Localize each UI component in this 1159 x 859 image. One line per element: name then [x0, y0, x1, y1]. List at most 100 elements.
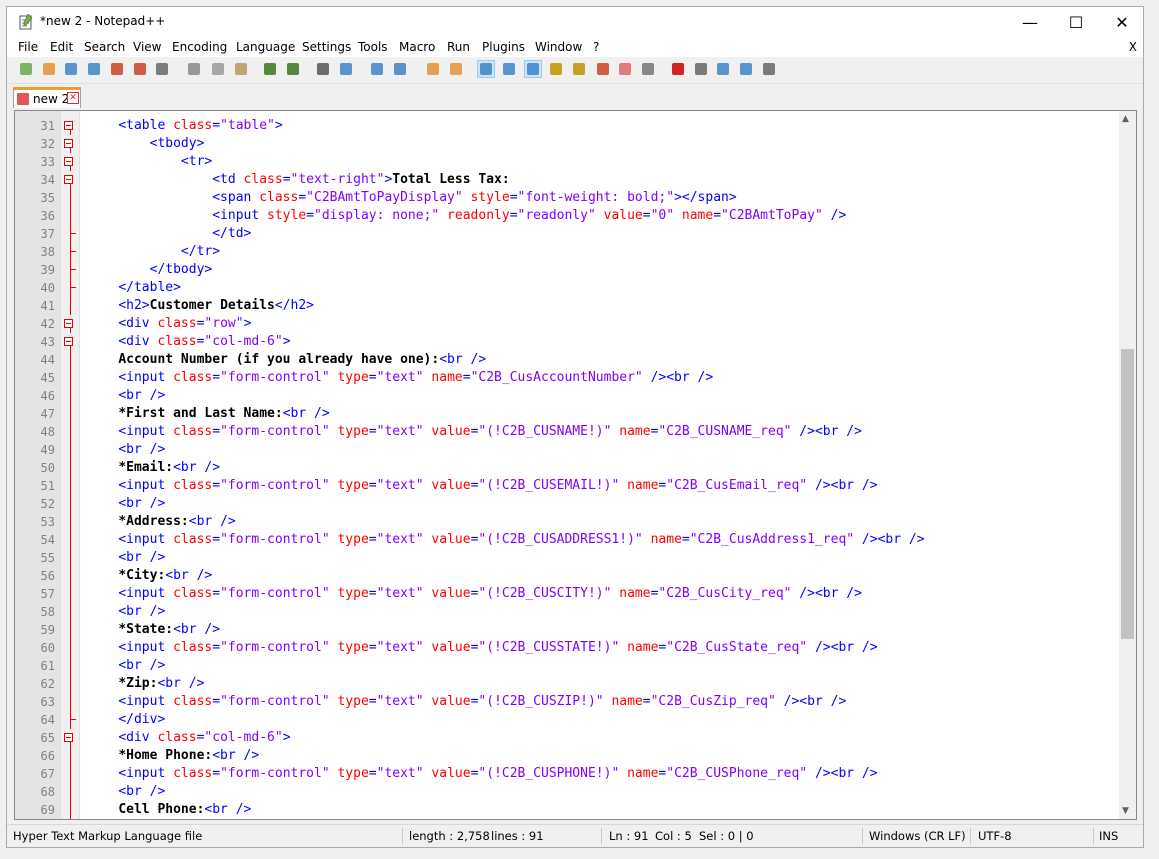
- minimize-button[interactable]: —: [1007, 7, 1053, 37]
- word-wrap-icon[interactable]: [477, 60, 495, 78]
- code-line[interactable]: 38 </tr>: [15, 243, 1125, 261]
- zoom-out-icon[interactable]: [392, 61, 408, 77]
- redo-icon[interactable]: [285, 61, 301, 77]
- save-macro-icon[interactable]: [761, 61, 777, 77]
- code-line[interactable]: 47 *First and Last Name:<br />: [15, 405, 1125, 423]
- code-line[interactable]: 60 <input class="form-control" type="tex…: [15, 639, 1125, 657]
- menu-file[interactable]: File: [18, 40, 38, 54]
- menu-language[interactable]: Language: [236, 40, 295, 54]
- play-macro-icon[interactable]: [715, 61, 731, 77]
- code-line[interactable]: 65 <div class="col-md-6">: [15, 729, 1125, 747]
- stop-record-icon[interactable]: [693, 61, 709, 77]
- menu-edit[interactable]: Edit: [50, 40, 73, 54]
- new-file-icon[interactable]: [18, 61, 34, 77]
- close-window-button[interactable]: ✕: [1099, 7, 1145, 37]
- replace-icon[interactable]: [338, 61, 354, 77]
- close-icon[interactable]: [109, 61, 125, 77]
- menu-run[interactable]: Run: [447, 40, 470, 54]
- code-line[interactable]: 31 <table class="table">: [15, 117, 1125, 135]
- code-line[interactable]: 52 <br />: [15, 495, 1125, 513]
- code-line[interactable]: 64 </div>: [15, 711, 1125, 729]
- menu-encoding[interactable]: Encoding: [172, 40, 227, 54]
- tab-close-icon[interactable]: ✕: [67, 92, 79, 104]
- save-icon[interactable]: [63, 61, 79, 77]
- code-line[interactable]: 54 <input class="form-control" type="tex…: [15, 531, 1125, 549]
- paste-icon[interactable]: [233, 61, 249, 77]
- code-line[interactable]: 45 <input class="form-control" type="tex…: [15, 369, 1125, 387]
- code-line[interactable]: 69 Cell Phone:<br />: [15, 801, 1125, 819]
- fold-toggle-icon[interactable]: [64, 139, 73, 148]
- code-line[interactable]: 49 <br />: [15, 441, 1125, 459]
- code-line[interactable]: 39 </tbody>: [15, 261, 1125, 279]
- code-line[interactable]: 63 <input class="form-control" type="tex…: [15, 693, 1125, 711]
- find-icon[interactable]: [315, 61, 331, 77]
- record-macro-icon[interactable]: [670, 61, 686, 77]
- code-line[interactable]: 67 <input class="form-control" type="tex…: [15, 765, 1125, 783]
- code-line[interactable]: 37 </td>: [15, 225, 1125, 243]
- undo-icon[interactable]: [262, 61, 278, 77]
- code-line[interactable]: 66 *Home Phone:<br />: [15, 747, 1125, 765]
- monitoring-icon[interactable]: [640, 61, 656, 77]
- code-line[interactable]: 34 <td class="text-right">Total Less Tax…: [15, 171, 1125, 189]
- code-line[interactable]: 40 </table>: [15, 279, 1125, 297]
- code-line[interactable]: 35 <span class="C2BAmtToPayDisplay" styl…: [15, 189, 1125, 207]
- folder-workspace-icon[interactable]: [617, 61, 633, 77]
- menu-window[interactable]: Window: [535, 40, 582, 54]
- code-line[interactable]: 62 *Zip:<br />: [15, 675, 1125, 693]
- code-line[interactable]: 61 <br />: [15, 657, 1125, 675]
- code-line[interactable]: 50 *Email:<br />: [15, 459, 1125, 477]
- language-udl-icon[interactable]: [548, 61, 564, 77]
- print-icon[interactable]: [154, 61, 170, 77]
- copy-icon[interactable]: [210, 61, 226, 77]
- menu-settings[interactable]: Settings: [302, 40, 351, 54]
- menu-search[interactable]: Search: [84, 40, 125, 54]
- code-line[interactable]: 42 <div class="row">: [15, 315, 1125, 333]
- save-all-icon[interactable]: [86, 61, 102, 77]
- open-file-icon[interactable]: [41, 61, 57, 77]
- code-line[interactable]: 44 Account Number (if you already have o…: [15, 351, 1125, 369]
- code-line[interactable]: 58 <br />: [15, 603, 1125, 621]
- code-line[interactable]: 32 <tbody>: [15, 135, 1125, 153]
- menu-macro[interactable]: Macro: [399, 40, 435, 54]
- fold-toggle-icon[interactable]: [64, 157, 73, 166]
- sync-vertical-icon[interactable]: [425, 61, 441, 77]
- editor-area[interactable]: ▲ ▼ 31 <table class="table"> 32 <tbody> 33…: [14, 110, 1137, 820]
- function-list-icon[interactable]: [595, 61, 611, 77]
- code-line[interactable]: 68 <br />: [15, 783, 1125, 801]
- code-line[interactable]: 43 <div class="col-md-6">: [15, 333, 1125, 351]
- menu-view[interactable]: View: [133, 40, 161, 54]
- indent-guide-icon[interactable]: [524, 60, 542, 78]
- menu-plugins[interactable]: Plugins: [482, 40, 525, 54]
- code-line[interactable]: 59 *State:<br />: [15, 621, 1125, 639]
- code-line[interactable]: 56 *City:<br />: [15, 567, 1125, 585]
- zoom-in-icon[interactable]: [369, 61, 385, 77]
- code-line[interactable]: 51 <input class="form-control" type="tex…: [15, 477, 1125, 495]
- sync-horizontal-icon[interactable]: [448, 61, 464, 77]
- show-all-chars-icon[interactable]: [501, 61, 517, 77]
- menu-help[interactable]: ?: [593, 40, 599, 54]
- run-multiple-icon[interactable]: [738, 61, 754, 77]
- code-line[interactable]: 41 <h2>Customer Details</h2>: [15, 297, 1125, 315]
- line-number: 33: [40, 155, 55, 169]
- code-line[interactable]: 33 <tr>: [15, 153, 1125, 171]
- cut-icon[interactable]: [186, 61, 202, 77]
- code-line[interactable]: 57 <input class="form-control" type="tex…: [15, 585, 1125, 603]
- fold-toggle-icon[interactable]: [64, 175, 73, 184]
- fold-toggle-icon[interactable]: [64, 733, 73, 742]
- code-line[interactable]: 55 <br />: [15, 549, 1125, 567]
- code-line[interactable]: 53 *Address:<br />: [15, 513, 1125, 531]
- fold-toggle-icon[interactable]: [64, 337, 73, 346]
- title-bar[interactable]: *new 2 - Notepad++ — ☐ ✕: [7, 7, 1143, 37]
- code-line[interactable]: 48 <input class="form-control" type="tex…: [15, 423, 1125, 441]
- code-line[interactable]: 46 <br />: [15, 387, 1125, 405]
- code-line[interactable]: 36 <input style="display: none;" readonl…: [15, 207, 1125, 225]
- close-document-button[interactable]: X: [1129, 40, 1137, 54]
- maximize-button[interactable]: ☐: [1053, 7, 1099, 37]
- menu-tools[interactable]: Tools: [358, 40, 388, 54]
- doc-map-icon[interactable]: [571, 61, 587, 77]
- tab-new-2[interactable]: new 2 ✕: [13, 87, 81, 108]
- status-sel: Sel : 0 | 0: [699, 829, 754, 843]
- close-all-icon[interactable]: [132, 61, 148, 77]
- fold-toggle-icon[interactable]: [64, 319, 73, 328]
- fold-toggle-icon[interactable]: [64, 121, 73, 130]
